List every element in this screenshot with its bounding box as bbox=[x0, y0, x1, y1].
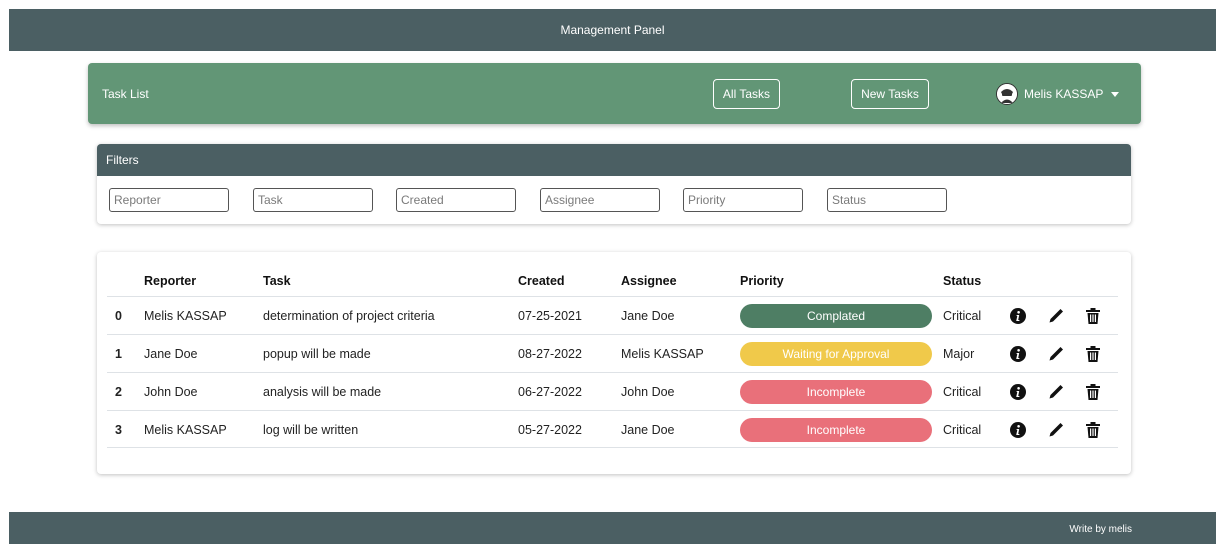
assignee-cell: Jane Doe bbox=[621, 308, 675, 323]
created-cell: 07-25-2021 bbox=[518, 308, 582, 323]
info-icon[interactable] bbox=[1009, 345, 1027, 363]
top-header: Management Panel bbox=[9, 9, 1216, 51]
priority-badge: Waiting for Approval bbox=[740, 342, 932, 366]
footer-credit: Write by melis bbox=[1069, 524, 1132, 535]
created-cell: 05-27-2022 bbox=[518, 422, 582, 437]
priority-badge: Complated bbox=[740, 304, 932, 328]
reporter-cell: John Doe bbox=[144, 384, 198, 399]
priority-filter-input[interactable] bbox=[683, 188, 803, 212]
navbar-brand[interactable]: Task List bbox=[102, 63, 149, 124]
pencil-icon[interactable] bbox=[1047, 421, 1065, 439]
filters-panel: Filters bbox=[97, 144, 1131, 224]
trash-icon[interactable] bbox=[1084, 421, 1102, 439]
priority-badge: Incomplete bbox=[740, 380, 932, 404]
created-cell: 08-27-2022 bbox=[518, 346, 582, 361]
trash-icon[interactable] bbox=[1084, 345, 1102, 363]
created-filter-input[interactable] bbox=[396, 188, 516, 212]
task-cell: analysis will be made bbox=[263, 384, 382, 399]
info-icon[interactable] bbox=[1009, 421, 1027, 439]
pencil-icon[interactable] bbox=[1047, 345, 1065, 363]
row-index: 0 bbox=[115, 308, 122, 323]
status-cell: Critical bbox=[943, 384, 982, 399]
assignee-cell: Jane Doe bbox=[621, 422, 675, 437]
table-row: 0 Melis KASSAP determination of project … bbox=[107, 296, 1118, 334]
info-icon[interactable] bbox=[1009, 383, 1027, 401]
new-tasks-button[interactable]: New Tasks bbox=[851, 79, 929, 109]
table-row: 3 Melis KASSAP log will be written 05-27… bbox=[107, 410, 1118, 448]
table-row: 1 Jane Doe popup will be made 08-27-2022… bbox=[107, 334, 1118, 372]
column-header-task: Task bbox=[263, 274, 291, 288]
user-name: Melis KASSAP bbox=[1024, 87, 1104, 101]
status-filter-input[interactable] bbox=[827, 188, 947, 212]
status-cell: Critical bbox=[943, 308, 982, 323]
column-header-priority: Priority bbox=[740, 274, 784, 288]
status-cell: Major bbox=[943, 346, 975, 361]
pencil-icon[interactable] bbox=[1047, 307, 1065, 325]
priority-badge: Incomplete bbox=[740, 418, 932, 442]
info-icon[interactable] bbox=[1009, 307, 1027, 325]
trash-icon[interactable] bbox=[1084, 307, 1102, 325]
all-tasks-button[interactable]: All Tasks bbox=[713, 79, 780, 109]
trash-icon[interactable] bbox=[1084, 383, 1102, 401]
reporter-cell: Melis KASSAP bbox=[144, 308, 227, 323]
task-table: Reporter Task Created Assignee Priority … bbox=[97, 252, 1131, 474]
task-cell: popup will be made bbox=[263, 346, 371, 361]
reporter-cell: Jane Doe bbox=[144, 346, 198, 361]
status-cell: Critical bbox=[943, 422, 982, 437]
column-header-reporter: Reporter bbox=[144, 274, 197, 288]
row-index: 3 bbox=[115, 422, 122, 437]
reporter-filter-input[interactable] bbox=[109, 188, 229, 212]
row-index: 2 bbox=[115, 384, 122, 399]
task-filter-input[interactable] bbox=[253, 188, 373, 212]
pencil-icon[interactable] bbox=[1047, 383, 1065, 401]
reporter-cell: Melis KASSAP bbox=[144, 422, 227, 437]
avatar-icon bbox=[996, 83, 1018, 105]
assignee-cell: Melis KASSAP bbox=[621, 346, 704, 361]
footer: Write by melis bbox=[9, 512, 1216, 544]
row-index: 1 bbox=[115, 346, 122, 361]
column-header-created: Created bbox=[518, 274, 565, 288]
created-cell: 06-27-2022 bbox=[518, 384, 582, 399]
navbar: Task List All Tasks New Tasks Melis KASS… bbox=[88, 63, 1141, 124]
task-cell: determination of project criteria bbox=[263, 308, 435, 323]
column-header-assignee: Assignee bbox=[621, 274, 677, 288]
user-menu[interactable]: Melis KASSAP bbox=[996, 81, 1120, 107]
assignee-cell: John Doe bbox=[621, 384, 675, 399]
caret-down-icon bbox=[1111, 91, 1120, 97]
filters-title: Filters bbox=[97, 144, 1131, 176]
assignee-filter-input[interactable] bbox=[540, 188, 660, 212]
column-header-status: Status bbox=[943, 274, 982, 288]
task-cell: log will be written bbox=[263, 422, 359, 437]
table-row: 2 John Doe analysis will be made 06-27-2… bbox=[107, 372, 1118, 410]
page-title: Management Panel bbox=[560, 23, 665, 37]
